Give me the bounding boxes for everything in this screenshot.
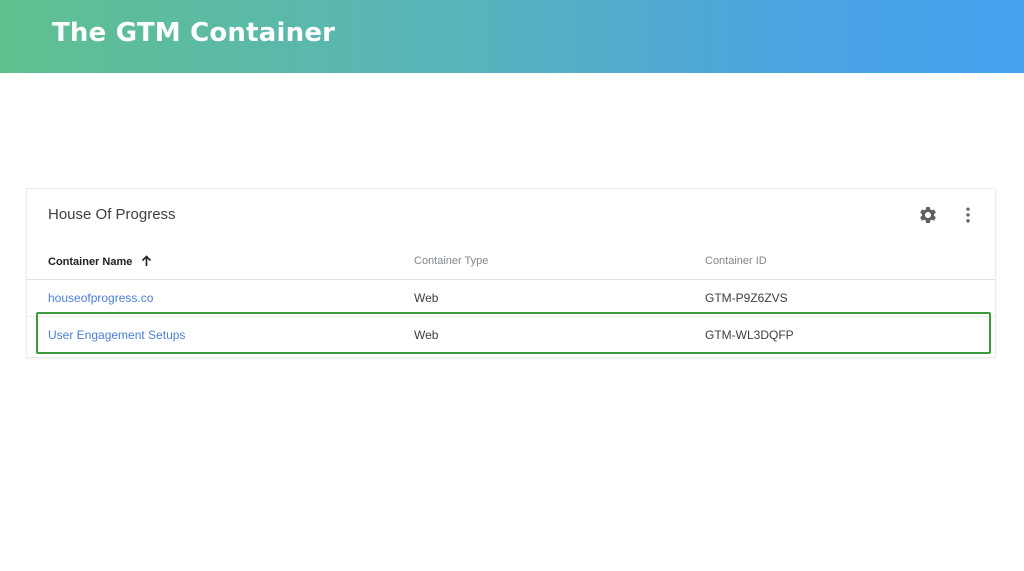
table-row: User Engagement Setups Web GTM-WL3DQFP bbox=[27, 317, 995, 354]
container-type-cell: Web bbox=[414, 291, 439, 305]
container-id-cell: GTM-WL3DQFP bbox=[705, 328, 794, 342]
container-name-link[interactable]: User Engagement Setups bbox=[48, 328, 185, 342]
more-vert-icon[interactable] bbox=[956, 203, 980, 227]
table-row: houseofprogress.co Web GTM-P9Z6ZVS bbox=[27, 280, 995, 317]
gear-icon[interactable] bbox=[916, 203, 940, 227]
column-header-container-type[interactable]: Container Type bbox=[414, 255, 488, 267]
column-header-container-name[interactable]: Container Name bbox=[48, 255, 152, 270]
title-banner: The GTM Container bbox=[0, 0, 1024, 73]
account-name: House Of Progress bbox=[48, 206, 176, 223]
container-id-cell: GTM-P9Z6ZVS bbox=[705, 291, 788, 305]
column-header-container-id[interactable]: Container ID bbox=[705, 255, 767, 267]
arrow-up-icon bbox=[141, 255, 152, 270]
page-title: The GTM Container bbox=[52, 18, 336, 48]
container-name-link[interactable]: houseofprogress.co bbox=[48, 291, 153, 305]
column-header-label: Container Name bbox=[48, 256, 133, 268]
container-type-cell: Web bbox=[414, 328, 439, 342]
gtm-account-card: House Of Progress Container Name Contain… bbox=[26, 188, 996, 358]
